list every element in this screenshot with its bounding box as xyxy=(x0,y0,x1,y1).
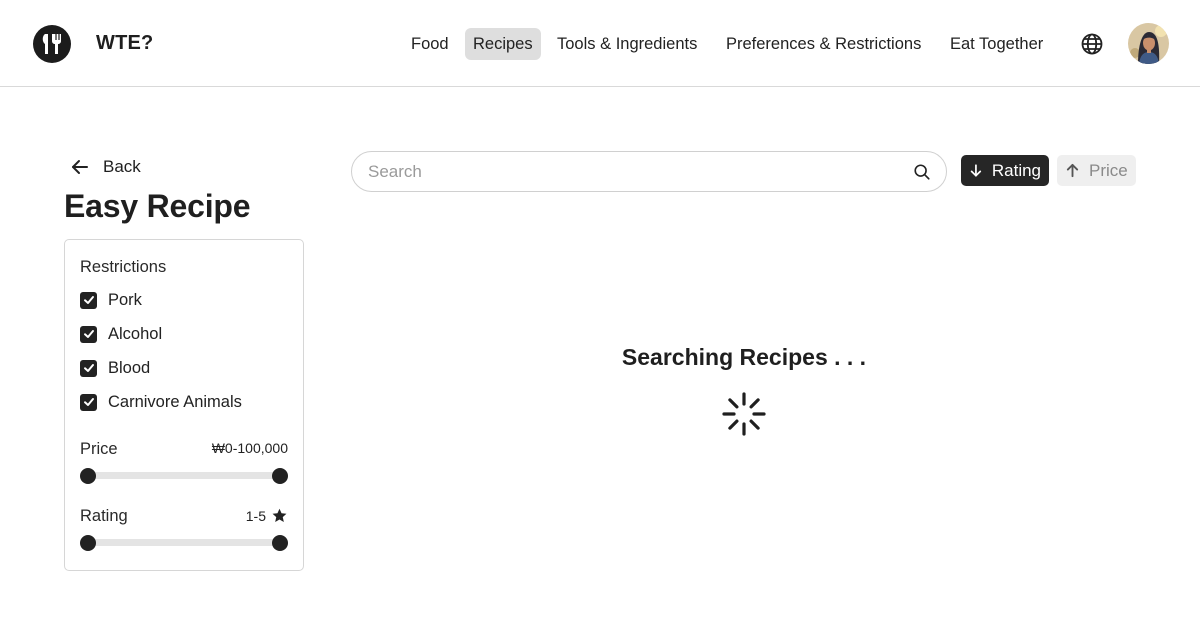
sort-price-button[interactable]: Price xyxy=(1057,155,1136,186)
sort-rating-label: Rating xyxy=(991,160,1041,180)
loading-message: Searching Recipes . . . xyxy=(621,344,867,370)
loading-spinner-icon xyxy=(722,392,766,436)
checkbox-checked-icon[interactable] xyxy=(80,291,97,309)
back-button[interactable]: Back xyxy=(70,154,141,180)
filter-panel: Restrictions Pork Alcohol Blood Carnivor… xyxy=(64,239,304,571)
price-slider-track[interactable] xyxy=(80,467,288,484)
restriction-label: Pork xyxy=(108,290,142,309)
restriction-alcohol[interactable]: Alcohol xyxy=(80,324,162,344)
rating-slider-min-thumb[interactable] xyxy=(80,534,96,551)
star-icon xyxy=(272,508,287,522)
brand-name[interactable]: WTE? xyxy=(96,32,153,55)
restriction-label: Blood xyxy=(108,358,151,377)
restrictions-heading: Restrictions xyxy=(80,258,167,276)
sort-price-label: Price xyxy=(1089,160,1128,180)
top-nav-bar: WTE? Food Recipes Tools & Ingredients Pr… xyxy=(0,0,1200,87)
globe-icon[interactable] xyxy=(1080,32,1104,56)
rating-slider-track[interactable] xyxy=(80,534,288,551)
nav-item-preferences-restrictions[interactable]: Preferences & Restrictions xyxy=(718,28,929,60)
restriction-carnivore-animals[interactable]: Carnivore Animals xyxy=(80,392,242,412)
arrow-down-icon xyxy=(970,164,982,177)
user-avatar[interactable] xyxy=(1128,23,1169,64)
restriction-blood[interactable]: Blood xyxy=(80,358,150,378)
rating-range-text: 1-5 xyxy=(245,507,266,524)
restriction-label: Carnivore Animals xyxy=(108,392,242,411)
search-input[interactable] xyxy=(368,161,898,183)
rating-label: Rating xyxy=(80,507,128,525)
search-icon[interactable] xyxy=(913,163,931,181)
price-slider-max-thumb[interactable] xyxy=(272,467,288,484)
sort-rating-button[interactable]: Rating xyxy=(961,155,1049,186)
search-bar xyxy=(351,151,947,192)
checkbox-checked-icon[interactable] xyxy=(80,393,97,411)
logo[interactable] xyxy=(33,25,71,63)
nav-item-food[interactable]: Food xyxy=(403,28,457,60)
nav-item-eat-together[interactable]: Eat Together xyxy=(942,28,1051,60)
arrow-up-icon xyxy=(1066,163,1079,178)
nav-item-tools-ingredients[interactable]: Tools & Ingredients xyxy=(549,28,705,60)
restriction-label: Alcohol xyxy=(108,324,163,343)
price-range-value: ₩0-100,000 xyxy=(211,440,288,456)
price-label: Price xyxy=(80,440,118,458)
rating-slider-max-thumb[interactable] xyxy=(272,534,288,551)
nav-item-recipes[interactable]: Recipes xyxy=(465,28,541,60)
page-title: Easy Recipe xyxy=(64,188,251,224)
price-slider-min-thumb[interactable] xyxy=(80,467,96,484)
fork-knife-icon xyxy=(42,34,61,54)
rating-range-value: 1-5 xyxy=(246,507,288,524)
back-label: Back xyxy=(103,157,141,176)
checkbox-checked-icon[interactable] xyxy=(80,359,97,377)
checkbox-checked-icon[interactable] xyxy=(80,325,97,343)
arrow-left-icon xyxy=(72,160,88,174)
restriction-pork[interactable]: Pork xyxy=(80,290,142,310)
